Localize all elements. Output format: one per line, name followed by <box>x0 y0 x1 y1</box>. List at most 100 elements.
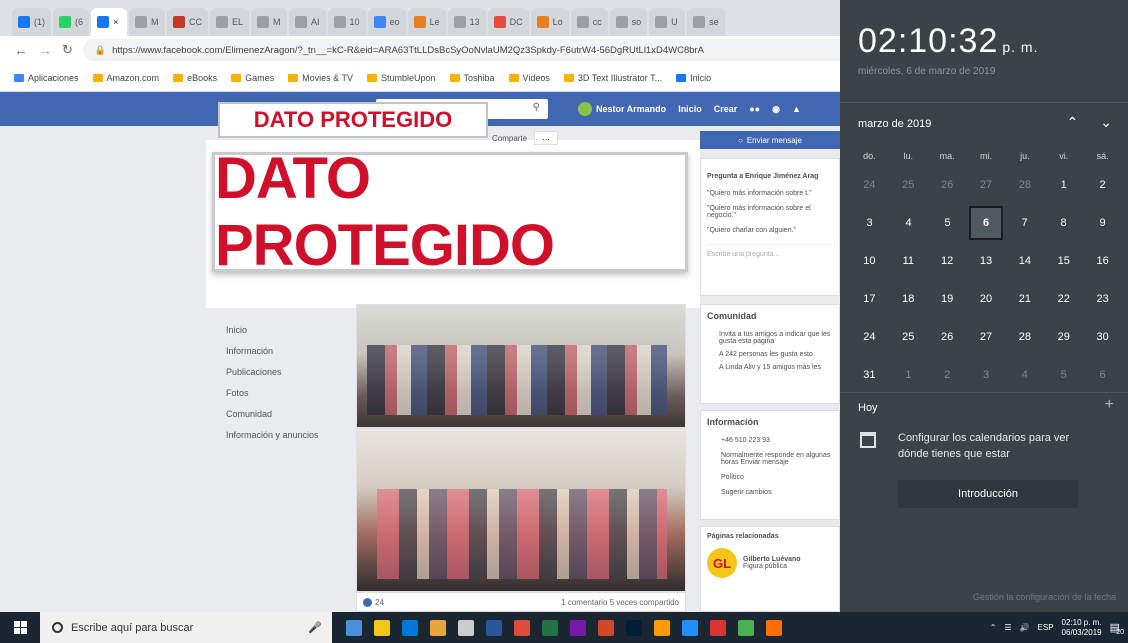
category-row[interactable]: Político <box>707 474 833 481</box>
post-photo-bottom[interactable] <box>356 428 686 592</box>
calendar-day[interactable]: 29 <box>1044 331 1083 343</box>
ask-option-3[interactable]: "Quiero charlar con alguien." <box>707 227 833 234</box>
microphone-icon[interactable]: 🎤 <box>308 621 322 634</box>
calendar-day[interactable]: 10 <box>850 255 889 267</box>
taskbar-app-icon[interactable] <box>570 619 586 636</box>
suggest-edits-row[interactable]: Sugerir cambios <box>707 489 833 496</box>
bookmark-item[interactable]: Aplicaciones <box>14 73 79 83</box>
calendar-day[interactable]: 13 <box>967 255 1006 267</box>
bookmark-item[interactable]: 3D Text Illustrator T... <box>563 73 662 83</box>
notifications-icon[interactable]: ▤ 20 <box>1110 621 1124 636</box>
calendar-day[interactable]: 30 <box>1083 331 1122 343</box>
related-page-name[interactable]: Gilberto Luévano <box>743 556 801 563</box>
ask-option-1[interactable]: "Quiero más información sobre t." <box>707 190 833 197</box>
taskbar-app-icon[interactable] <box>766 619 782 636</box>
calendar-day[interactable]: 7 <box>1005 217 1044 229</box>
calendar-day[interactable]: 5 <box>1044 369 1083 381</box>
browser-tab[interactable]: Le <box>407 8 446 36</box>
taskbar-app-icon[interactable] <box>402 619 418 636</box>
send-message-button[interactable]: ○ Enviar mensaje <box>700 131 840 149</box>
page-tab-fragment[interactable]: Comparte <box>492 134 527 143</box>
taskbar-app-icon[interactable] <box>738 619 754 636</box>
comments-count[interactable]: 1 comentario 5 veces compartido <box>561 598 679 607</box>
browser-tab[interactable]: M <box>129 8 166 36</box>
response-row[interactable]: Normalmente responde en algunas horas En… <box>707 452 833 466</box>
more-button[interactable]: ... <box>534 131 558 145</box>
calendar-day[interactable]: 24 <box>850 331 889 343</box>
calendar-day[interactable]: 25 <box>889 179 928 191</box>
chevron-up-icon[interactable]: ⌃ <box>1067 114 1079 131</box>
taskbar-app-icon[interactable] <box>626 619 642 636</box>
language-indicator[interactable]: ESP <box>1038 623 1054 632</box>
profile-link[interactable]: Nestor Armando <box>578 102 666 116</box>
taskbar-app-icon[interactable] <box>374 619 390 636</box>
post-photo-top[interactable] <box>356 304 686 428</box>
browser-tab[interactable]: Lo <box>530 8 569 36</box>
browser-tab[interactable]: (1) <box>12 8 51 36</box>
calendar-day[interactable]: 11 <box>889 255 928 267</box>
calendar-day[interactable]: 3 <box>967 369 1006 381</box>
browser-tab[interactable]: M <box>251 8 288 36</box>
phone-row[interactable]: +46 510 223 93 <box>707 437 833 444</box>
calendar-day[interactable]: 1 <box>1044 179 1083 191</box>
left-nav-item[interactable]: Información y anuncios <box>226 425 346 446</box>
intro-button[interactable]: Introducción <box>898 480 1078 508</box>
browser-tab[interactable]: AI <box>289 8 326 36</box>
left-nav-item[interactable]: Fotos <box>226 383 346 404</box>
calendar-day[interactable]: 27 <box>967 179 1006 191</box>
clock-date[interactable]: miércoles, 6 de marzo de 2019 <box>858 66 995 77</box>
chevron-up-icon[interactable]: ⌃ <box>990 623 997 632</box>
calendar-day[interactable]: 17 <box>850 293 889 305</box>
calendar-day[interactable]: 31 <box>850 369 889 381</box>
browser-tab[interactable]: × <box>91 8 128 36</box>
bookmark-item[interactable]: Amazon.com <box>92 73 159 83</box>
calendar-day[interactable]: 3 <box>850 217 889 229</box>
community-invite[interactable]: Invita a tus amigos a indicar que les gu… <box>707 331 833 345</box>
taskbar-app-icon[interactable] <box>486 619 502 636</box>
forward-icon[interactable]: → <box>38 42 52 58</box>
calendar-day[interactable]: 12 <box>928 255 967 267</box>
taskbar-app-icon[interactable] <box>458 619 474 636</box>
calendar-day[interactable]: 25 <box>889 331 928 343</box>
bookmark-item[interactable]: Videos <box>508 73 550 83</box>
calendar-day[interactable]: 4 <box>1005 369 1044 381</box>
nav-home[interactable]: Inicio <box>678 104 702 114</box>
friends-icon[interactable]: ●● <box>749 104 760 114</box>
calendar-day[interactable]: 16 <box>1083 255 1122 267</box>
taskbar-app-icon[interactable] <box>682 619 698 636</box>
chevron-down-icon[interactable]: ⌄ <box>1100 114 1112 131</box>
calendar-day[interactable]: 1 <box>889 369 928 381</box>
calendar-day[interactable]: 26 <box>928 331 967 343</box>
bookmark-item[interactable]: Movies & TV <box>288 73 353 83</box>
windows-icon[interactable] <box>0 612 40 643</box>
taskbar-app-icon[interactable] <box>346 619 362 636</box>
community-friends[interactable]: A Linda Aliv y 15 amigos más les <box>707 364 833 371</box>
browser-tab[interactable]: 13 <box>447 8 486 36</box>
taskbar-app-icon[interactable] <box>710 619 726 636</box>
left-nav-item[interactable]: Inicio <box>226 320 346 341</box>
browser-tab[interactable]: se <box>687 8 725 36</box>
calendar-day[interactable]: 2 <box>928 369 967 381</box>
browser-tab[interactable]: U <box>649 8 686 36</box>
calendar-day[interactable]: 23 <box>1083 293 1122 305</box>
calendar-day[interactable]: 18 <box>889 293 928 305</box>
calendar-day[interactable]: 22 <box>1044 293 1083 305</box>
browser-tab[interactable]: eo <box>367 8 406 36</box>
left-nav-item[interactable]: Publicaciones <box>226 362 346 383</box>
calendar-day[interactable]: 14 <box>1005 255 1044 267</box>
bookmark-item[interactable]: StumbleUpon <box>366 73 436 83</box>
related-page-item[interactable]: GL Gilberto Luévano Figura pública <box>707 548 833 578</box>
browser-tab[interactable]: (6 <box>53 8 90 36</box>
calendar-day[interactable]: 19 <box>928 293 967 305</box>
messages-icon[interactable]: ◉ <box>772 104 780 115</box>
bookmark-item[interactable]: Games <box>231 73 274 83</box>
bookmark-item[interactable]: Inicio <box>676 73 711 83</box>
browser-tab[interactable]: cc <box>570 8 608 36</box>
browser-tab[interactable]: 10 <box>327 8 366 36</box>
taskbar-app-icon[interactable] <box>542 619 558 636</box>
calendar-month-label[interactable]: marzo de 2019 <box>858 118 931 130</box>
bookmark-item[interactable]: eBooks <box>173 73 217 83</box>
calendar-day[interactable]: 6 <box>1083 369 1122 381</box>
taskbar-clock[interactable]: 02:10 p. m. 06/03/2019 <box>1062 618 1102 638</box>
taskbar-app-icon[interactable] <box>514 619 530 636</box>
